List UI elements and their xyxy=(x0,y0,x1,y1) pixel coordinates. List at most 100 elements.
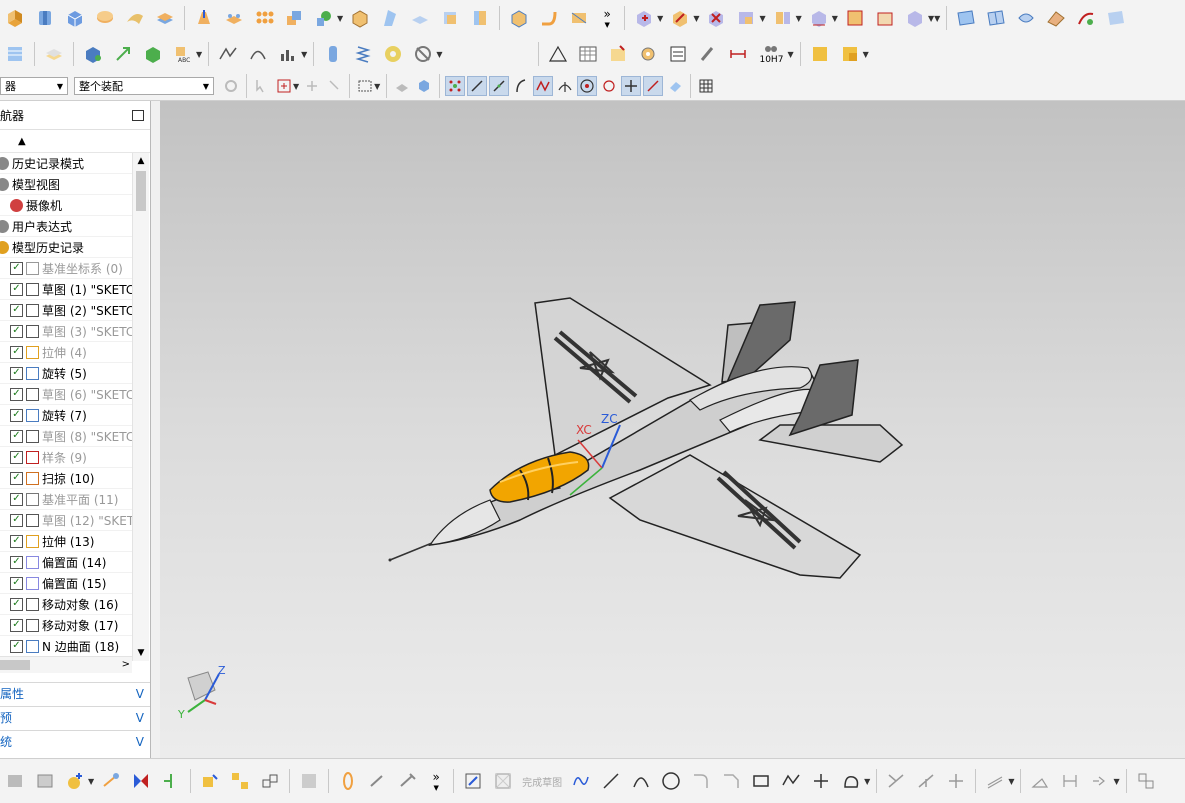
checkbox-checked-icon[interactable]: ✓ xyxy=(10,492,23,506)
dropdown-arrow-icon[interactable]: ▼ xyxy=(863,50,869,59)
point-icon[interactable] xyxy=(808,768,834,794)
scroll-right-icon[interactable]: > xyxy=(122,657,130,673)
dropdown-arrow-icon[interactable]: ▼ xyxy=(436,50,442,59)
move-icon[interactable] xyxy=(98,768,124,794)
arc-icon[interactable] xyxy=(628,768,654,794)
checkbox-checked-icon[interactable]: ✓ xyxy=(10,261,23,275)
feature-row[interactable]: ✓ 移动对象 (17) xyxy=(0,615,132,636)
feature-row[interactable]: ✓ 草图 (8) "SKETC xyxy=(0,426,132,447)
extend-surface-icon[interactable] xyxy=(1103,5,1129,31)
body-select-icon[interactable] xyxy=(414,76,434,96)
existing-point-icon[interactable] xyxy=(621,76,642,96)
midpoint-icon[interactable] xyxy=(489,76,510,96)
link-icon[interactable] xyxy=(257,768,283,794)
checkbox-checked-icon[interactable]: ✓ xyxy=(10,282,23,296)
gear-icon[interactable] xyxy=(635,41,661,67)
subtract-icon[interactable] xyxy=(667,5,693,31)
replace-face-icon[interactable] xyxy=(842,5,868,31)
dropdown-arrow-icon[interactable]: ▼ xyxy=(832,14,838,23)
dimension-icon[interactable] xyxy=(725,41,751,67)
checkbox-checked-icon[interactable]: ✓ xyxy=(10,639,23,653)
checkbox-checked-icon[interactable]: ✓ xyxy=(10,555,23,569)
spring-icon[interactable] xyxy=(350,41,376,67)
panel-properties[interactable]: 属性 V xyxy=(0,682,150,704)
dropdown-arrow-icon[interactable]: ▼ xyxy=(293,82,299,91)
checkbox-checked-icon[interactable]: ✓ xyxy=(10,534,23,548)
curve-icon[interactable] xyxy=(245,41,271,67)
checkbox-checked-icon[interactable]: ✓ xyxy=(10,576,23,590)
scroll-up-icon[interactable]: ▲ xyxy=(133,153,149,169)
thicken-icon[interactable] xyxy=(152,5,178,31)
caliper-icon[interactable] xyxy=(395,768,421,794)
delete-face-icon[interactable] xyxy=(872,5,898,31)
datum-icon[interactable] xyxy=(311,5,337,31)
polyline-icon[interactable] xyxy=(778,768,804,794)
type-filter-select[interactable]: 器 ▼ xyxy=(0,77,68,95)
split-icon[interactable] xyxy=(158,768,184,794)
checkbox-checked-icon[interactable]: ✓ xyxy=(10,324,23,338)
curve-point-icon[interactable] xyxy=(511,76,531,96)
feature-row[interactable]: ✓ 基准平面 (11) xyxy=(0,489,132,510)
hscroll-thumb[interactable] xyxy=(0,660,30,670)
sort-arrow-icon[interactable]: ▲ xyxy=(18,136,26,147)
dropdown-arrow-icon[interactable]: ▼ xyxy=(796,14,802,23)
swept-surface-icon[interactable] xyxy=(1013,5,1039,31)
curve-network-icon[interactable] xyxy=(215,41,241,67)
dropdown-arrow-icon[interactable]: ▼ xyxy=(196,50,202,59)
draft-icon[interactable] xyxy=(191,5,217,31)
feature-row[interactable]: ✓ 样条 (9) xyxy=(0,447,132,468)
through-curves-icon[interactable] xyxy=(983,5,1009,31)
block-icon[interactable] xyxy=(62,5,88,31)
feature-row[interactable]: ✓ 旋转 (7) xyxy=(0,405,132,426)
navigator-column-header[interactable]: ▲ xyxy=(0,130,150,153)
intersect-icon[interactable] xyxy=(703,5,729,31)
feature-row[interactable]: ✓ 偏置面 (14) xyxy=(0,552,132,573)
dropdown-arrow-icon[interactable]: ▼ xyxy=(1113,777,1119,786)
checkbox-checked-icon[interactable]: ✓ xyxy=(10,450,23,464)
feature-row[interactable]: ✓ 草图 (6) "SKETC xyxy=(0,384,132,405)
sketch-icon[interactable] xyxy=(460,768,486,794)
model-canvas[interactable]: XC ZC Z Y xyxy=(160,101,1185,758)
view-triad[interactable]: Z Y xyxy=(177,664,226,721)
combine-icon[interactable] xyxy=(281,5,307,31)
dropdown-arrow-icon[interactable]: ▼ xyxy=(657,14,663,23)
checkbox-checked-icon[interactable]: ✓ xyxy=(10,387,23,401)
feature-row[interactable]: ✓ 偏置面 (15) xyxy=(0,573,132,594)
dropdown-arrow-icon[interactable]: ▼ xyxy=(374,82,380,91)
section-icon[interactable] xyxy=(347,5,373,31)
feature-row[interactable]: ✓ 草图 (3) "SKETC xyxy=(0,321,132,342)
spline-sketch-icon[interactable] xyxy=(838,768,864,794)
grid-icon[interactable] xyxy=(696,76,716,96)
corner-icon[interactable] xyxy=(943,768,969,794)
part-icon[interactable] xyxy=(2,768,28,794)
unite-icon[interactable] xyxy=(631,5,657,31)
offset-curve-icon[interactable] xyxy=(982,768,1008,794)
select-box-icon[interactable] xyxy=(355,76,375,96)
toolbar-overflow[interactable]: » ▼ xyxy=(594,7,620,29)
dropdown-arrow-icon[interactable]: ▼ xyxy=(1008,777,1014,786)
dimension-sketch-icon[interactable] xyxy=(1057,768,1083,794)
revolve-icon[interactable] xyxy=(32,5,58,31)
dropdown-arrow-icon[interactable]: ▼ xyxy=(759,14,765,23)
arc-center-icon[interactable] xyxy=(577,76,598,96)
checkbox-checked-icon[interactable]: ✓ xyxy=(10,345,23,359)
quadrant-icon[interactable] xyxy=(599,76,619,96)
checkbox-checked-icon[interactable]: ✓ xyxy=(10,303,23,317)
cursor-icon[interactable] xyxy=(252,76,272,96)
array-icon[interactable] xyxy=(251,5,277,31)
rectangle-icon[interactable] xyxy=(748,768,774,794)
point-on-curve-icon[interactable] xyxy=(643,76,664,96)
checkbox-checked-icon[interactable]: ✓ xyxy=(10,597,23,611)
panel-dependencies[interactable]: 统 V xyxy=(0,730,150,752)
studio-surface-icon[interactable] xyxy=(953,5,979,31)
surface-icon[interactable] xyxy=(437,5,463,31)
part-family-icon[interactable] xyxy=(807,41,833,67)
control-point-icon[interactable] xyxy=(533,76,554,96)
image-icon[interactable] xyxy=(32,768,58,794)
component-icon[interactable] xyxy=(197,768,223,794)
bottom-toolbar-overflow[interactable]: » ▼ xyxy=(423,770,449,792)
feature-row[interactable]: ✓ 基准坐标系 (0) xyxy=(0,258,132,279)
dropdown-arrow-icon[interactable]: ▼ xyxy=(693,14,699,23)
add-component-icon[interactable] xyxy=(80,41,106,67)
tolerance-button[interactable]: 10H7 xyxy=(755,41,787,67)
